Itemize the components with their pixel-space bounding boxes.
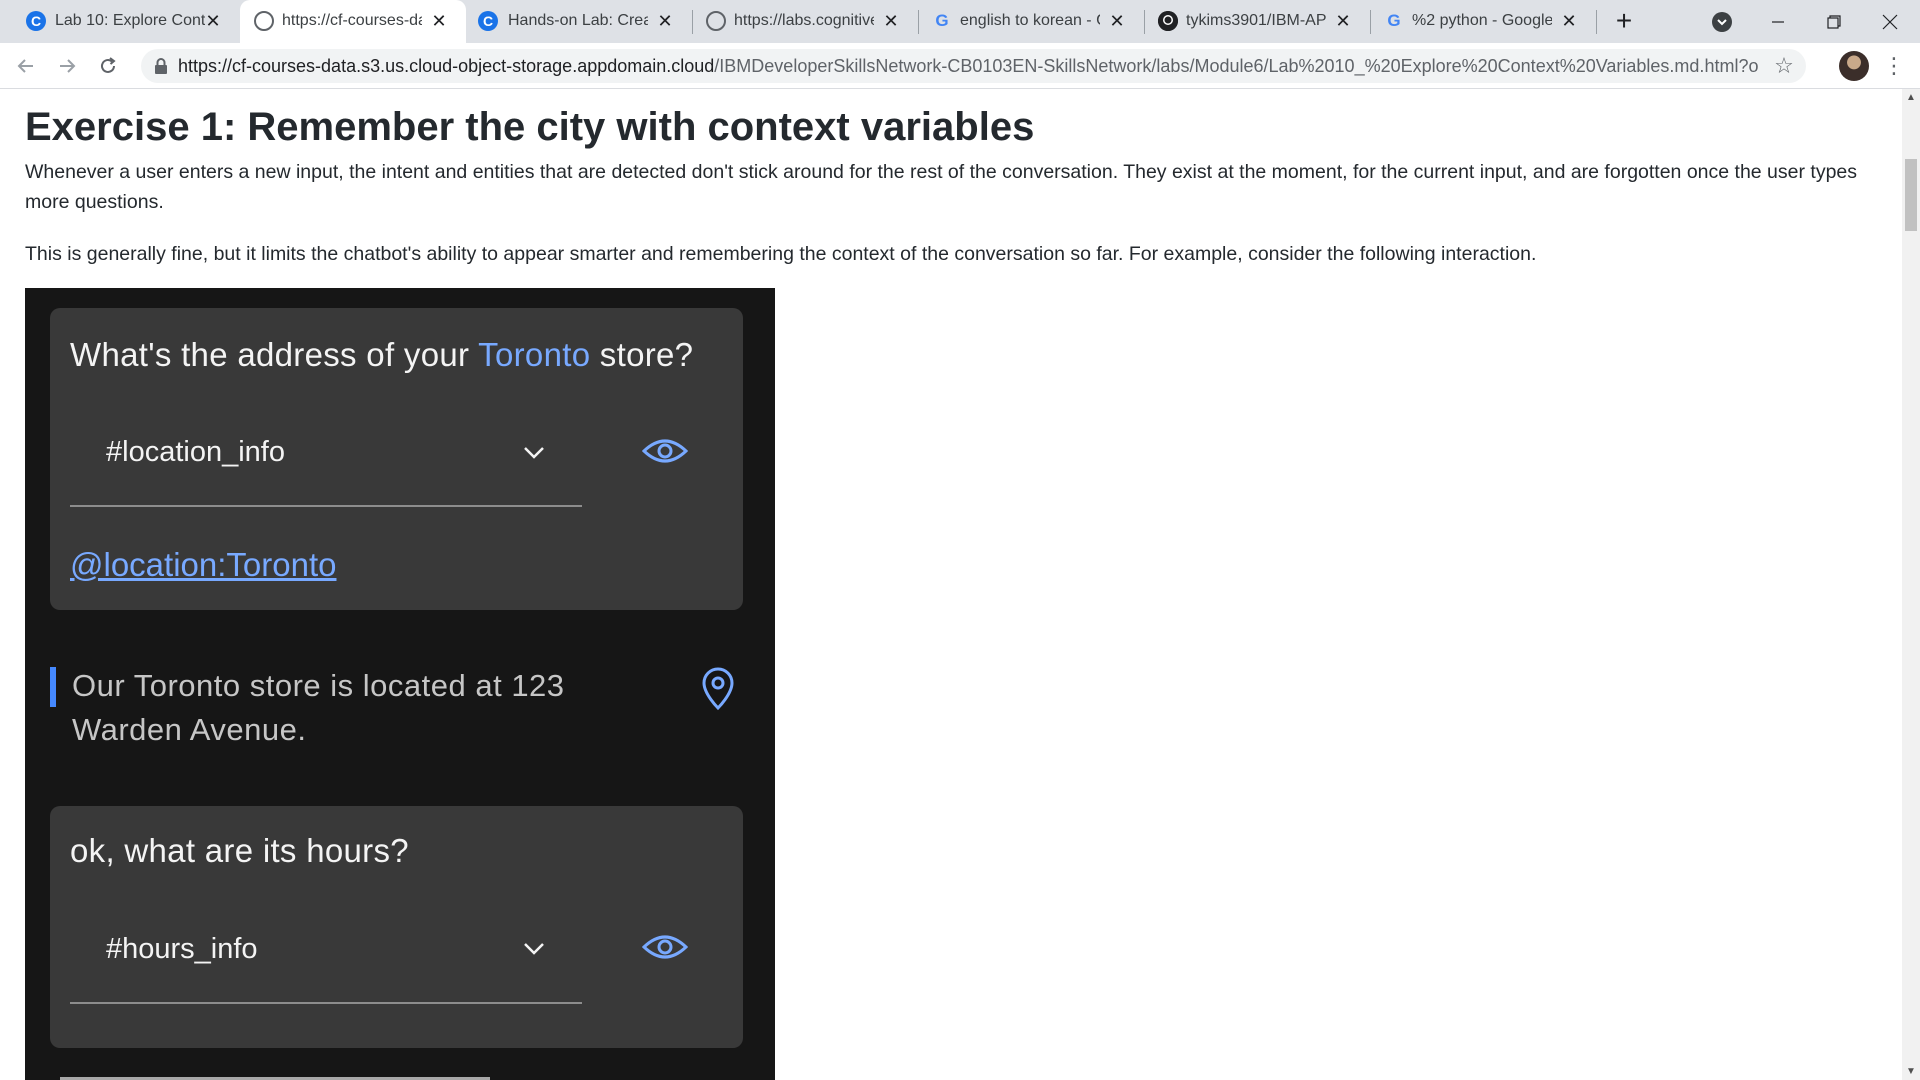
chevron-down-icon bbox=[1717, 19, 1727, 26]
page-viewport: Exercise 1: Remember the city with conte… bbox=[0, 89, 1902, 1080]
entity-link[interactable]: @location:Toronto bbox=[70, 546, 336, 584]
tab-labs-cognitive[interactable]: https://labs.cognitive ✕ bbox=[692, 0, 918, 43]
coursera-icon: C bbox=[26, 11, 46, 31]
scrollbar-thumb[interactable] bbox=[1905, 159, 1917, 231]
close-window-button[interactable] bbox=[1862, 0, 1918, 43]
page-title: Exercise 1: Remember the city with conte… bbox=[25, 105, 1035, 149]
tab-title: https://cf-courses-da bbox=[282, 12, 422, 29]
tab-title: Hands-on Lab: Creati bbox=[508, 12, 648, 29]
close-icon[interactable]: ✕ bbox=[1106, 10, 1128, 32]
intent-underline bbox=[70, 1002, 582, 1004]
chevron-down-icon[interactable] bbox=[520, 438, 548, 466]
vertical-scrollbar[interactable]: ▲ ▼ bbox=[1902, 89, 1920, 1080]
close-icon[interactable]: ✕ bbox=[428, 10, 450, 32]
close-icon[interactable]: ✕ bbox=[654, 10, 676, 32]
scroll-down-arrow[interactable]: ▼ bbox=[1902, 1063, 1920, 1080]
close-icon[interactable]: ✕ bbox=[880, 10, 902, 32]
tab-lab10[interactable]: C Lab 10: Explore Conte ✕ bbox=[0, 0, 240, 43]
restore-icon bbox=[1827, 14, 1841, 29]
minimize-icon bbox=[1772, 20, 1784, 23]
reply-line: Our Toronto store is located at 123 bbox=[72, 668, 565, 703]
address-bar[interactable]: https://cf-courses-data.s3.us.cloud-obje… bbox=[141, 49, 1806, 83]
chat-example-image: What's the address of your Toronto store… bbox=[25, 288, 775, 1080]
coursera-icon: C bbox=[478, 11, 498, 31]
google-icon: G bbox=[935, 11, 949, 30]
user-question: ok, what are its hours? bbox=[70, 832, 409, 869]
close-icon[interactable]: ✕ bbox=[202, 10, 224, 32]
highlighted-entity: Toronto bbox=[478, 336, 591, 373]
google-icon: G bbox=[1387, 11, 1401, 30]
user-message-card: ok, what are its hours? #hours_info bbox=[50, 806, 743, 1048]
github-icon bbox=[1158, 11, 1178, 31]
close-icon bbox=[1882, 14, 1898, 29]
browser-menu-button[interactable]: ⋮ bbox=[1880, 51, 1908, 81]
question-text: What's the address of your bbox=[70, 336, 479, 373]
url-text: https://cf-courses-data.s3.us.cloud-obje… bbox=[178, 49, 1758, 83]
forward-button[interactable] bbox=[53, 52, 81, 80]
url-host: https://cf-courses-data.s3.us.cloud-obje… bbox=[178, 56, 715, 76]
tab-python-google[interactable]: G %2 python - Google ✕ bbox=[1370, 0, 1596, 43]
globe-icon bbox=[254, 11, 274, 31]
tab-title: english to korean - G bbox=[960, 12, 1100, 29]
close-icon[interactable]: ✕ bbox=[1558, 10, 1580, 32]
intro-paragraph: Whenever a user enters a new input, the … bbox=[25, 161, 1858, 213]
reply-accent-bar bbox=[50, 667, 56, 707]
tab-cf-courses[interactable]: https://cf-courses-da ✕ bbox=[240, 0, 466, 43]
reply-line: Warden Avenue. bbox=[72, 712, 307, 747]
bot-reply: Our Toronto store is located at 123 Ward… bbox=[72, 664, 565, 752]
intent-label: #location_info bbox=[106, 436, 285, 468]
tab-strip: C Lab 10: Explore Conte ✕ https://cf-cou… bbox=[0, 0, 1920, 43]
tab-hands-on-lab[interactable]: C Hands-on Lab: Creati ✕ bbox=[466, 0, 692, 43]
eye-icon[interactable] bbox=[642, 436, 688, 466]
close-icon[interactable]: ✕ bbox=[1332, 10, 1354, 32]
profile-avatar[interactable] bbox=[1839, 51, 1869, 81]
url-path: /IBMDeveloperSkillsNetwork-CB0103EN-Skil… bbox=[714, 56, 1758, 76]
browser-toolbar: https://cf-courses-data.s3.us.cloud-obje… bbox=[0, 43, 1920, 89]
chevron-down-icon[interactable] bbox=[520, 934, 548, 962]
minimize-button[interactable] bbox=[1750, 0, 1806, 43]
intent-label: #hours_info bbox=[106, 933, 258, 965]
arrow-left-icon bbox=[17, 59, 33, 73]
user-message-card: What's the address of your Toronto store… bbox=[50, 308, 743, 610]
tab-title: Lab 10: Explore Conte bbox=[55, 12, 205, 29]
new-tab-button[interactable]: + bbox=[1608, 6, 1640, 38]
globe-icon bbox=[706, 11, 726, 31]
location-pin-icon bbox=[702, 667, 734, 711]
lock-icon bbox=[155, 58, 167, 74]
reload-icon bbox=[101, 57, 116, 73]
tab-search-button[interactable] bbox=[1712, 12, 1732, 32]
tab-title: https://labs.cognitive bbox=[734, 12, 874, 29]
tab-github[interactable]: tykims3901/IBM-APP ✕ bbox=[1144, 0, 1370, 43]
arrow-right-icon bbox=[60, 59, 76, 73]
scroll-up-arrow[interactable]: ▲ bbox=[1902, 89, 1920, 106]
tab-english-to-korean[interactable]: G english to korean - G ✕ bbox=[918, 0, 1144, 43]
reload-button[interactable] bbox=[94, 52, 122, 80]
tab-title: tykims3901/IBM-APP bbox=[1186, 12, 1326, 29]
tab-title: %2 python - Google bbox=[1412, 12, 1552, 29]
back-button[interactable] bbox=[12, 52, 40, 80]
example-paragraph: This is generally fine, but it limits th… bbox=[25, 243, 1537, 265]
eye-icon[interactable] bbox=[642, 932, 688, 962]
intent-underline bbox=[70, 505, 582, 507]
bookmark-star-icon[interactable]: ☆ bbox=[1772, 54, 1796, 78]
user-question: What's the address of your Toronto store… bbox=[70, 336, 693, 374]
restore-button[interactable] bbox=[1806, 0, 1862, 43]
question-text: store? bbox=[590, 336, 694, 373]
tab-divider bbox=[1596, 10, 1597, 34]
